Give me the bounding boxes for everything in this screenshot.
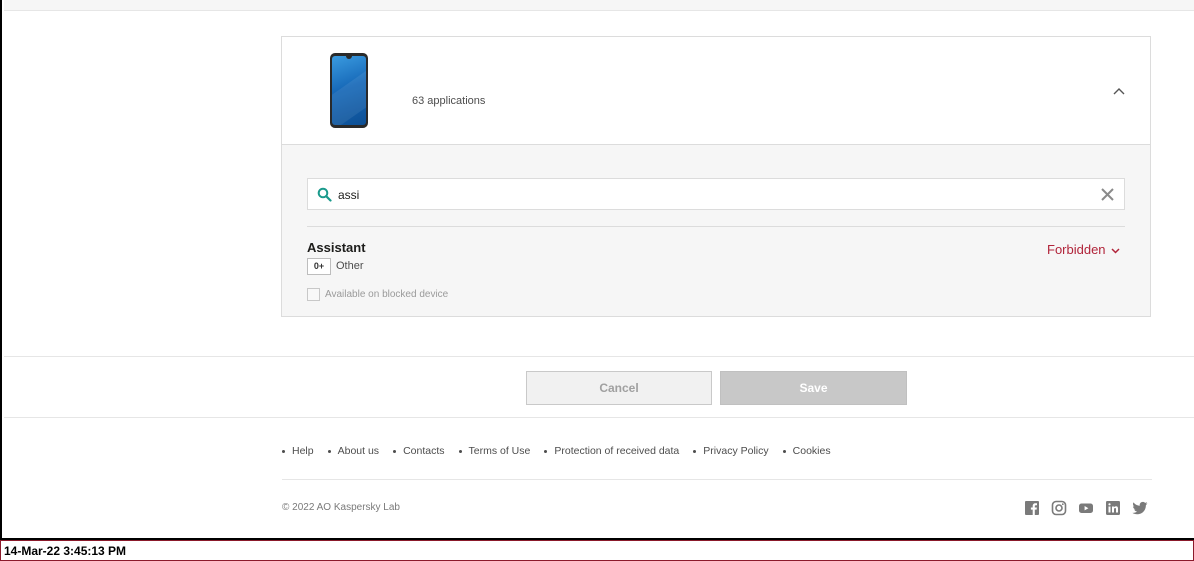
device-card-header: 63 applications: [282, 37, 1150, 145]
app-count: 63 applications: [412, 95, 486, 107]
page-frame: 63 applications Assistant 0+ Other Forbi…: [0, 0, 1194, 538]
app-name: Assistant: [307, 240, 366, 255]
available-on-blocked-label: Available on blocked device: [325, 289, 449, 300]
search-icon: [317, 187, 332, 202]
age-rating-badge: 0+: [307, 258, 331, 275]
footer-links: Help About us Contacts Terms of Use Prot…: [282, 445, 845, 457]
linkedin-icon[interactable]: [1105, 500, 1121, 516]
device-card: 63 applications Assistant 0+ Other Forbi…: [281, 36, 1151, 317]
footer-link-contacts[interactable]: Contacts: [393, 445, 445, 457]
facebook-icon[interactable]: [1024, 500, 1040, 516]
timestamp-bar: 14-Mar-22 3:45:13 PM: [0, 540, 1194, 561]
footer-divider: [282, 479, 1152, 480]
instagram-icon[interactable]: [1051, 500, 1067, 516]
timestamp: 14-Mar-22 3:45:13 PM: [4, 544, 127, 558]
twitter-icon[interactable]: [1132, 500, 1148, 516]
available-on-blocked-checkbox[interactable]: [307, 288, 320, 301]
search-input[interactable]: [338, 185, 1078, 205]
divider: [4, 417, 1194, 418]
copyright: © 2022 AO Kaspersky Lab: [282, 502, 400, 513]
separator: [307, 226, 1125, 227]
phone-image: [330, 53, 368, 128]
youtube-icon[interactable]: [1078, 500, 1094, 516]
social-links: [1024, 500, 1148, 516]
footer-link-privacy[interactable]: Privacy Policy: [693, 445, 769, 457]
divider: [4, 356, 1194, 357]
footer-link-terms[interactable]: Terms of Use: [458, 445, 530, 457]
footer-link-help[interactable]: Help: [282, 445, 314, 457]
footer-link-about[interactable]: About us: [327, 445, 379, 457]
footer-link-cookies[interactable]: Cookies: [782, 445, 831, 457]
status-dropdown[interactable]: Forbidden: [1047, 242, 1120, 257]
save-button[interactable]: Save: [720, 371, 907, 405]
chevron-up-icon[interactable]: [1109, 81, 1129, 101]
footer-link-data-protection[interactable]: Protection of received data: [544, 445, 679, 457]
status-label: Forbidden: [1047, 242, 1106, 257]
chevron-down-icon: [1111, 247, 1120, 254]
close-icon[interactable]: [1100, 187, 1115, 202]
top-bar: [4, 0, 1194, 11]
cancel-button[interactable]: Cancel: [526, 371, 712, 405]
app-category: Other: [336, 260, 364, 272]
search-field[interactable]: [307, 178, 1125, 210]
